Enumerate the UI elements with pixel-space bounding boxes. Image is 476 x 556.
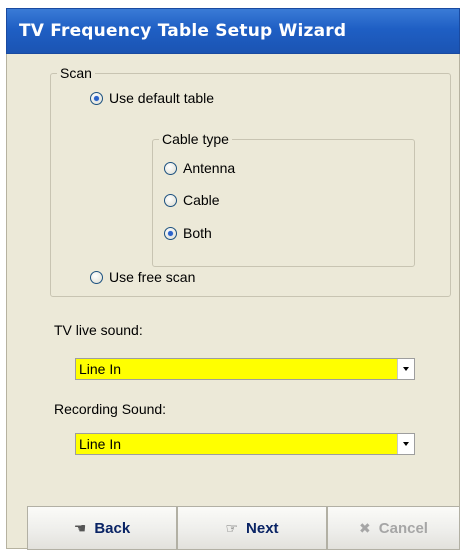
- both-radio[interactable]: Both: [164, 225, 212, 241]
- recording-sound-label: Recording Sound:: [54, 401, 167, 417]
- tv-live-sound-value: Line In: [79, 361, 122, 377]
- scan-legend: Scan: [57, 65, 95, 81]
- recording-sound-select[interactable]: Line In: [75, 433, 415, 455]
- radio-indicator: [90, 270, 103, 284]
- radio-indicator: [164, 193, 177, 207]
- back-button[interactable]: ☚ Back: [27, 506, 177, 550]
- radio-indicator: [164, 226, 177, 240]
- use-free-scan-radio[interactable]: Use free scan: [90, 269, 195, 285]
- window-title: TV Frequency Table Setup Wizard: [19, 21, 347, 41]
- antenna-label: Antenna: [183, 160, 236, 176]
- radio-indicator: [164, 161, 177, 175]
- cable-radio[interactable]: Cable: [164, 192, 220, 208]
- cable-type-legend: Cable type: [159, 131, 232, 147]
- use-free-scan-label: Use free scan: [109, 269, 196, 285]
- cable-label: Cable: [183, 192, 220, 208]
- next-button-label: Next: [246, 519, 279, 537]
- both-label: Both: [183, 225, 212, 241]
- wizard-window: TV Frequency Table Setup Wizard Scan Use…: [0, 0, 476, 556]
- back-button-label: Back: [94, 519, 131, 537]
- use-default-table-radio[interactable]: Use default table: [90, 90, 214, 106]
- back-hand-icon: ☚: [73, 519, 87, 536]
- chevron-down-icon[interactable]: [397, 434, 414, 454]
- title-bar[interactable]: TV Frequency Table Setup Wizard: [6, 8, 460, 54]
- radio-indicator: [90, 91, 103, 105]
- recording-sound-value: Line In: [79, 436, 122, 452]
- cable-type-group: Cable type Antenna Cable Both: [152, 131, 415, 267]
- antenna-radio[interactable]: Antenna: [164, 160, 235, 176]
- wizard-body: Scan Use default table Cable type Antenn…: [6, 54, 460, 550]
- tv-live-sound-select[interactable]: Line In: [75, 358, 415, 380]
- next-hand-icon: ☞: [225, 519, 239, 536]
- cancel-button-label: Cancel: [378, 519, 428, 537]
- tv-live-sound-label: TV live sound:: [54, 322, 143, 338]
- scan-group: Scan Use default table Cable type Antenn…: [50, 65, 451, 297]
- chevron-down-icon[interactable]: [397, 359, 414, 379]
- x-icon: ✖: [359, 519, 371, 536]
- use-default-table-label: Use default table: [109, 90, 215, 106]
- cancel-button[interactable]: ✖ Cancel: [327, 506, 460, 550]
- next-button[interactable]: ☞ Next: [177, 506, 327, 550]
